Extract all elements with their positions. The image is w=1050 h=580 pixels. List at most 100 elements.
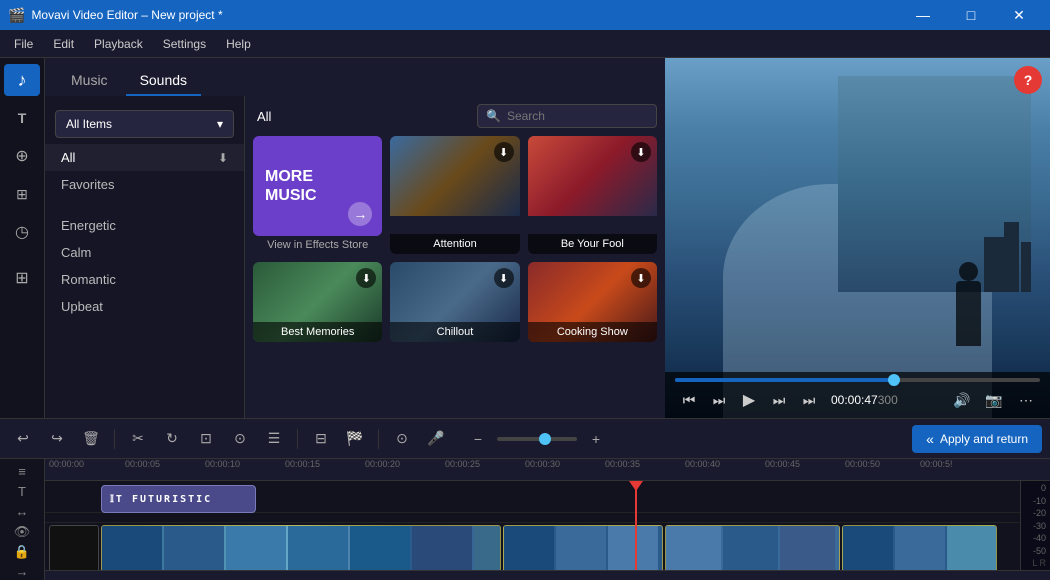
tool-text[interactable]: T — [4, 102, 40, 134]
more-music-card[interactable]: MOREMUSIC → View in Effects Store — [253, 136, 382, 254]
dropdown-chevron-icon: ▾ — [217, 117, 223, 131]
download-icon[interactable]: ⬇ — [218, 151, 228, 165]
music-card-attention[interactable]: ⬇ Attention — [390, 136, 519, 254]
cooking-show-download-icon[interactable]: ⬇ — [631, 268, 651, 288]
timeline-toolbar: ↩ ↪ 🗑 ✂ ↻ ⊡ ⊙ ☰ ⊟ 🏁 ⊙ 🎤 − + — [0, 419, 1050, 459]
music-card-best-memories[interactable]: ⬇ Best Memories — [253, 262, 382, 342]
tool-transitions[interactable]: ◷ — [4, 216, 40, 248]
tl-tool-3[interactable]: ↔ — [6, 503, 38, 519]
prev-frame-button[interactable]: ⏮ — [675, 388, 703, 412]
sidebar-item-all[interactable]: All ⬇ — [45, 144, 244, 171]
tool-filters[interactable]: ⊞ — [4, 178, 40, 210]
voice-button[interactable]: 🎤 — [421, 425, 451, 453]
zoom-slider[interactable] — [497, 437, 577, 441]
menu-file[interactable]: File — [4, 33, 43, 55]
zoom-slider-thumb[interactable] — [539, 433, 551, 445]
help-button[interactable]: ? — [1014, 66, 1042, 94]
attention-download-icon[interactable]: ⬇ — [494, 142, 514, 162]
tab-music[interactable]: Music — [57, 66, 122, 96]
building2 — [1004, 222, 1019, 292]
sidebar-item-energetic[interactable]: Energetic — [45, 212, 244, 239]
sidebar-item-favorites[interactable]: Favorites — [45, 171, 244, 198]
tl-scrollbar[interactable] — [45, 570, 1050, 580]
more-music-arrow-icon[interactable]: → — [348, 202, 372, 226]
video-clip-4[interactable] — [842, 525, 997, 570]
minimize-button[interactable]: — — [900, 0, 946, 30]
video-clip-2[interactable] — [503, 525, 663, 570]
search-input[interactable] — [507, 109, 637, 123]
tl-tool-1[interactable]: ≡ — [6, 463, 38, 479]
tl-tool-2[interactable]: T — [6, 483, 38, 499]
skip-back-button[interactable]: ⏭ — [705, 388, 733, 412]
category-dropdown[interactable]: All Items ▾ — [55, 110, 234, 138]
insert-button[interactable]: ⊟ — [306, 425, 336, 453]
music-card-chillout[interactable]: ⬇ Chillout — [390, 262, 519, 342]
undo-button[interactable]: ↩ — [8, 425, 38, 453]
video-thumbnail-4 — [843, 526, 996, 570]
menu-help[interactable]: Help — [216, 33, 261, 55]
tool-more[interactable]: ⊞ — [4, 262, 40, 294]
zoom-controls: − + — [463, 425, 611, 453]
menu-playback[interactable]: Playback — [84, 33, 153, 55]
music-card-be-your-fool[interactable]: ⬇ Be Your Fool — [528, 136, 657, 254]
volume-button[interactable]: 🔊 — [948, 388, 976, 412]
redo-button[interactable]: ↪ — [42, 425, 72, 453]
crop-button[interactable]: ⊡ — [191, 425, 221, 453]
properties-button[interactable]: ☰ — [259, 425, 289, 453]
ruler-mark-2: 00:00:10 — [205, 459, 240, 469]
ruler-mark-11: 00:00:5! — [920, 459, 953, 469]
maximize-button[interactable]: □ — [948, 0, 994, 30]
skip-fwd-button[interactable]: ⏭ — [765, 388, 793, 412]
ruler-mark-9: 00:00:45 — [765, 459, 800, 469]
menu-settings[interactable]: Settings — [153, 33, 216, 55]
apply-return-button[interactable]: « Apply and return — [912, 425, 1042, 453]
zoom-in-button[interactable]: + — [581, 425, 611, 453]
be-your-fool-download-icon[interactable]: ⬇ — [631, 142, 651, 162]
more-music-inner[interactable]: MOREMUSIC → — [253, 136, 382, 236]
be-your-fool-label: Be Your Fool — [528, 234, 657, 254]
grid-header: All 🔍 — [253, 104, 657, 128]
snapshot-button[interactable]: 📷 — [980, 388, 1008, 412]
audio-button[interactable]: ⊙ — [387, 425, 417, 453]
next-frame-button[interactable]: ⏭ — [795, 388, 823, 412]
progress-bar[interactable] — [675, 378, 1040, 382]
delete-button[interactable]: 🗑 — [76, 425, 106, 453]
progress-thumb[interactable] — [888, 374, 900, 386]
cut-button[interactable]: ✂ — [123, 425, 153, 453]
chillout-download-icon[interactable]: ⬇ — [494, 268, 514, 288]
apply-return-icon: « — [926, 431, 934, 447]
sidebar-item-upbeat[interactable]: Upbeat — [45, 293, 244, 320]
sidebar-item-calm[interactable]: Calm — [45, 239, 244, 266]
video-clip-1[interactable] — [101, 525, 501, 570]
tl-tool-arrow[interactable]: → — [6, 564, 38, 580]
title-clip[interactable]: 𝕀T FUTURISTIC — [101, 485, 256, 513]
tool-fx[interactable]: ⊕ — [4, 140, 40, 172]
tab-sounds[interactable]: Sounds — [126, 66, 201, 96]
ctrl-left: ⏮ ⏭ ▶ ⏭ ⏭ 00:00:47300 — [675, 388, 898, 412]
vu-meter: 0 -10 -20 -30 -40 -50 L R — [1020, 481, 1050, 570]
tl-tool-visibility[interactable]: 👁 — [6, 524, 38, 540]
tl-tool-lock[interactable]: 🔒 — [6, 544, 38, 560]
menu-edit[interactable]: Edit — [43, 33, 84, 55]
dropdown-label: All Items — [66, 117, 112, 131]
left-panel: ♪ T ⊕ ⊞ ◷ ⊞ — [0, 58, 45, 418]
sidebar-item-romantic[interactable]: Romantic — [45, 266, 244, 293]
search-box[interactable]: 🔍 — [477, 104, 657, 128]
color-button[interactable]: ⊙ — [225, 425, 255, 453]
zoom-out-button[interactable]: − — [463, 425, 493, 453]
toolbar-separator-2 — [297, 429, 298, 449]
music-panel: Music Sounds All Items ▾ All ⬇ Favorites — [45, 58, 665, 418]
figure-head — [959, 262, 978, 281]
close-button[interactable]: ✕ — [996, 0, 1042, 30]
music-card-cooking-show[interactable]: ⬇ Cooking Show — [528, 262, 657, 342]
ruler-mark-1: 00:00:05 — [125, 459, 160, 469]
play-button[interactable]: ▶ — [735, 388, 763, 412]
rotate-button[interactable]: ↻ — [157, 425, 187, 453]
marker-button[interactable]: 🏁 — [340, 425, 370, 453]
tool-music[interactable]: ♪ — [4, 64, 40, 96]
main-layout: ♪ T ⊕ ⊞ ◷ ⊞ Music Sounds All Items ▾ — [0, 58, 1050, 580]
playhead[interactable] — [635, 481, 637, 570]
video-clip-3[interactable] — [665, 525, 840, 570]
video-clip-leader[interactable] — [49, 525, 99, 570]
more-options-button[interactable]: ⋯ — [1012, 388, 1040, 412]
